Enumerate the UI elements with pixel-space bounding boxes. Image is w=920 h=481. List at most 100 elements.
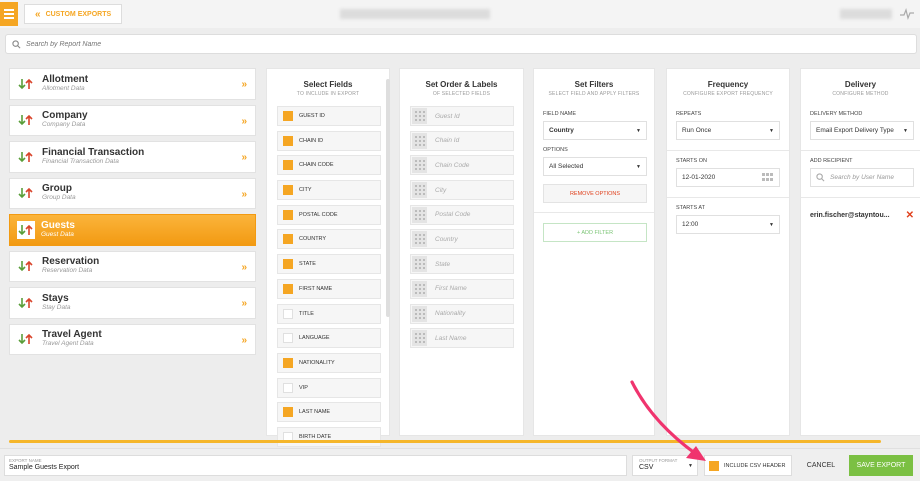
field-label: NATIONALITY — [299, 359, 335, 366]
cancel-button[interactable]: CANCEL — [796, 455, 846, 476]
report-type-allotment[interactable]: Allotment Allotment Data » — [9, 68, 256, 100]
report-type-reservation[interactable]: Reservation Reservation Data » — [9, 250, 256, 282]
field-checkbox[interactable] — [283, 382, 293, 393]
order-row[interactable]: Chain Id — [410, 130, 514, 151]
field-label: VIP — [299, 384, 308, 391]
sort-arrows-icon — [17, 220, 35, 239]
recipient-search[interactable]: Search by User Name — [810, 168, 914, 187]
field-checkbox[interactable] — [283, 333, 293, 344]
field-label: CHAIN CODE — [299, 162, 334, 169]
field-checkbox[interactable] — [283, 283, 293, 294]
report-type-stays[interactable]: Stays Stay Data » — [9, 287, 256, 319]
drag-handle-icon[interactable] — [412, 330, 427, 347]
hamburger-menu-icon[interactable] — [0, 2, 18, 26]
field-row[interactable]: LANGUAGE — [277, 328, 381, 349]
select-fields-subtitle: TO INCLUDE IN EXPORT — [296, 91, 360, 97]
field-checkbox[interactable] — [283, 259, 293, 270]
field-checkbox[interactable] — [283, 234, 293, 245]
field-row[interactable]: GUEST ID — [277, 106, 381, 126]
drag-handle-icon[interactable] — [412, 108, 427, 124]
starts-on-label: STARTS ON — [676, 158, 707, 164]
drag-handle-icon[interactable] — [412, 157, 427, 174]
order-row[interactable]: State — [410, 254, 514, 275]
field-checkbox[interactable] — [283, 160, 293, 171]
drag-handle-icon[interactable] — [412, 182, 427, 199]
filters-panel: Set Filters SELECT FIELD AND APPLY FILTE… — [533, 68, 655, 436]
report-search-bar[interactable] — [5, 34, 917, 54]
breadcrumb[interactable]: « CUSTOM EXPORTS — [24, 4, 123, 24]
field-row[interactable]: VIP — [277, 377, 381, 398]
repeats-select[interactable]: Run Once ▼ — [676, 121, 780, 140]
remove-options-button[interactable]: REMOVE OPTIONS — [543, 184, 647, 203]
field-row[interactable]: BIRTH DATE — [277, 426, 381, 447]
field-row[interactable]: CITY — [277, 180, 381, 201]
order-label: Country — [435, 235, 458, 243]
csv-header-checkbox[interactable] — [709, 460, 719, 471]
report-search-input[interactable] — [26, 40, 326, 48]
remove-recipient-icon[interactable]: ✕ — [906, 210, 914, 221]
frequency-subtitle: CONFIGURE EXPORT FREQUENCY — [683, 91, 773, 97]
order-row[interactable]: Guest Id — [410, 106, 514, 126]
report-type-subtitle: Reservation Data — [42, 267, 93, 275]
filters-subtitle: SELECT FIELD AND APPLY FILTERS — [548, 91, 640, 97]
drag-handle-icon[interactable] — [412, 280, 427, 297]
drag-handle-icon[interactable] — [412, 206, 427, 223]
order-row[interactable]: Nationality — [410, 303, 514, 324]
field-row[interactable]: FIRST NAME — [277, 278, 381, 299]
sort-arrows-icon — [16, 184, 36, 202]
report-type-subtitle: Stay Data — [42, 303, 71, 311]
order-row[interactable]: First Name — [410, 278, 514, 299]
field-row[interactable]: NATIONALITY — [277, 352, 381, 373]
report-type-guests[interactable]: Guests Guest Data — [9, 214, 256, 246]
field-row[interactable]: POSTAL CODE — [277, 204, 381, 225]
drag-handle-icon[interactable] — [412, 231, 427, 248]
delivery-panel: Delivery CONFIGURE METHOD DELIVERY METHO… — [800, 68, 920, 436]
add-filter-button[interactable]: + ADD FILTER — [543, 223, 647, 242]
field-row[interactable]: TITLE — [277, 303, 381, 324]
recipient-row: erin.fischer@stayntou... ✕ — [810, 210, 914, 221]
search-icon — [12, 39, 21, 48]
order-row[interactable]: Last Name — [410, 328, 514, 349]
drag-handle-icon[interactable] — [412, 305, 427, 322]
starts-at-select[interactable]: 12:00 ▼ — [676, 215, 780, 234]
report-type-financial-transaction[interactable]: Financial Transaction Financial Transacti… — [9, 141, 256, 173]
field-checkbox[interactable] — [283, 357, 293, 368]
field-row[interactable]: CHAIN ID — [277, 130, 381, 151]
order-row[interactable]: Postal Code — [410, 204, 514, 225]
report-type-travel-agent[interactable]: Travel Agent Travel Agent Data » — [9, 323, 256, 355]
field-checkbox[interactable] — [283, 308, 293, 319]
output-format-select[interactable]: OUTPUT FORMAT CSV ▼ — [632, 455, 698, 476]
export-name-value: Sample Guests Export — [9, 464, 80, 471]
drag-handle-icon[interactable] — [412, 256, 427, 273]
export-name-field[interactable]: EXPORT NAME Sample Guests Export — [4, 455, 627, 476]
blurred-user-name — [840, 9, 892, 19]
options-select[interactable]: All Selected ▼ — [543, 157, 647, 176]
field-name-select[interactable]: Country ▼ — [543, 121, 647, 140]
include-csv-header-toggle[interactable]: INCLUDE CSV HEADER — [704, 455, 792, 476]
order-labels-subtitle: OF SELECTED FIELDS — [432, 91, 491, 97]
field-row[interactable]: STATE — [277, 254, 381, 275]
field-checkbox[interactable] — [283, 407, 293, 418]
delivery-method-value: Email Export Delivery Type — [816, 127, 894, 134]
drag-handle-icon[interactable] — [412, 132, 427, 149]
report-type-group[interactable]: Group Group Data » — [9, 177, 256, 209]
report-type-company[interactable]: Company Company Data » — [9, 104, 256, 136]
save-export-button[interactable]: SAVE EXPORT — [849, 455, 913, 476]
field-checkbox[interactable] — [283, 135, 293, 146]
starts-on-datepicker[interactable]: 12-01-2020 — [676, 168, 780, 187]
activity-icon[interactable] — [900, 8, 914, 20]
field-row[interactable]: COUNTRY — [277, 229, 381, 250]
select-fields-title: Select Fields — [303, 80, 353, 89]
csv-header-label: INCLUDE CSV HEADER — [724, 462, 786, 469]
field-row[interactable]: CHAIN CODE — [277, 155, 381, 176]
field-checkbox[interactable] — [283, 185, 293, 196]
field-row[interactable]: LAST NAME — [277, 402, 381, 423]
field-checkbox[interactable] — [283, 111, 293, 121]
order-row[interactable]: Chain Code — [410, 155, 514, 176]
fields-scrollbar[interactable] — [386, 79, 390, 317]
field-checkbox[interactable] — [283, 209, 293, 220]
report-type-subtitle: Allotment Data — [42, 84, 85, 92]
order-row[interactable]: Country — [410, 229, 514, 250]
order-row[interactable]: City — [410, 180, 514, 201]
delivery-method-select[interactable]: Email Export Delivery Type ▼ — [810, 121, 914, 140]
